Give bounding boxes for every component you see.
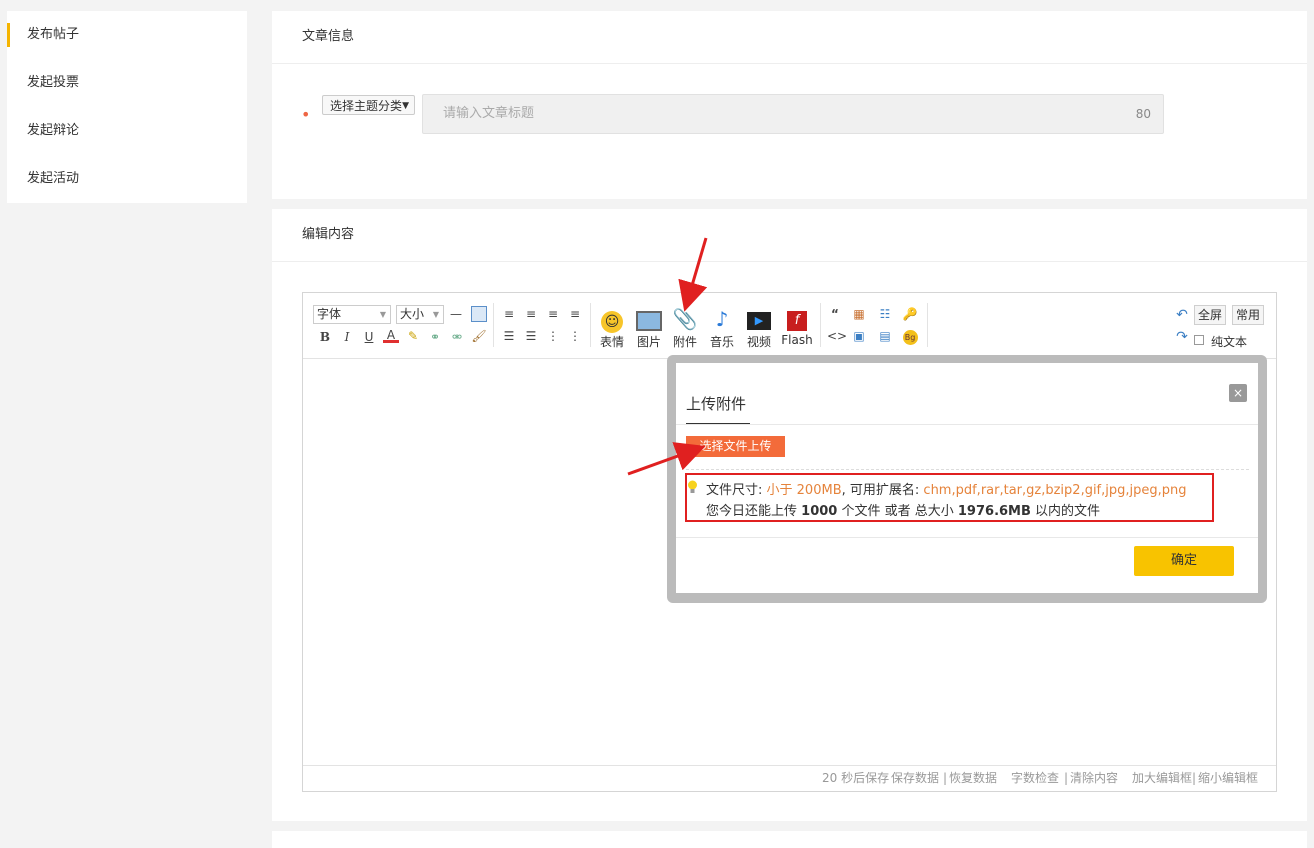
annotation-arrows [627,237,708,476]
annotation-arrow-attachment [678,237,708,312]
annotation-arrow-upload [627,442,706,476]
